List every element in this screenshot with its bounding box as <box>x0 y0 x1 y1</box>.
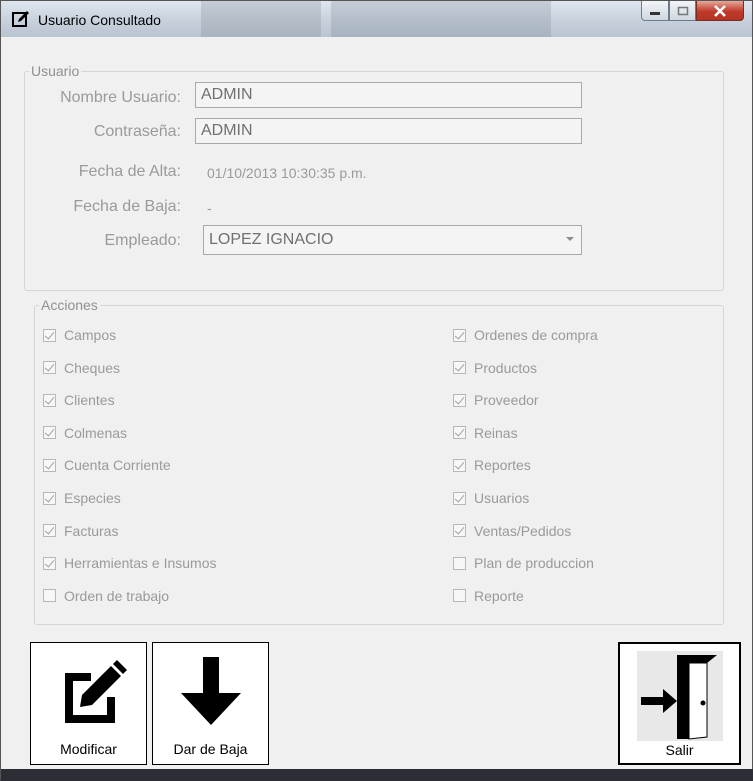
checkbox-checked-icon[interactable] <box>43 426 56 440</box>
checkbox-checked-icon[interactable] <box>453 328 466 342</box>
window-title: Usuario Consultado <box>38 12 161 28</box>
dar-de-baja-label: Dar de Baja <box>173 741 248 757</box>
empleado-select[interactable]: LOPEZ IGNACIO <box>203 225 582 255</box>
checkbox-colmenas[interactable]: Colmenas <box>43 425 127 441</box>
checkbox-label: Clientes <box>64 392 115 409</box>
checkbox-label: Reportes <box>474 457 531 474</box>
close-button[interactable] <box>696 1 744 21</box>
checkbox-checked-icon[interactable] <box>453 361 466 375</box>
checkbox-reportes[interactable]: Reportes <box>453 457 531 473</box>
nombre-usuario-field[interactable]: ADMIN <box>195 82 582 108</box>
blurred-background <box>331 1 551 37</box>
window: Usuario Consultado Usuario Nombre Usuari… <box>0 0 753 781</box>
checkbox-reporte[interactable]: Reporte <box>453 588 524 604</box>
checkbox-checked-icon[interactable] <box>453 426 466 440</box>
minimize-button[interactable] <box>641 1 669 21</box>
exit-door-icon <box>637 651 723 741</box>
nombre-usuario-label: Nombre Usuario: <box>60 89 181 106</box>
chevron-down-icon <box>566 237 574 241</box>
checkbox-label: Reinas <box>474 424 518 441</box>
checkbox-checked-icon[interactable] <box>453 393 466 407</box>
checkbox-label: Cuenta Corriente <box>64 457 171 474</box>
checkbox-checked-icon[interactable] <box>453 524 466 538</box>
empleado-label: Empleado: <box>104 232 182 249</box>
form-content: Usuario Nombre Usuario: ADMIN Contraseña… <box>9 37 744 773</box>
edit-icon <box>65 660 127 723</box>
modificar-label: Modificar <box>60 741 117 757</box>
checkbox-label: Usuarios <box>474 490 530 506</box>
checkbox-checked-icon[interactable] <box>43 556 56 570</box>
edit-icon <box>12 11 29 27</box>
minimize-icon <box>650 11 660 15</box>
checkbox-cheques[interactable]: Cheques <box>43 360 120 376</box>
modificar-button[interactable]: Modificar <box>30 642 147 765</box>
checkbox-ventas-pedidos[interactable]: Ventas/Pedidos <box>453 523 571 539</box>
checkbox-label: Plan de produccion <box>474 555 594 572</box>
checkbox-ordenes-de-compra[interactable]: Ordenes de compra <box>453 327 598 343</box>
maximize-button[interactable] <box>669 1 696 21</box>
checkbox-label: Cheques <box>64 359 121 376</box>
close-icon <box>714 4 726 17</box>
checkbox-label: Orden de trabajo <box>64 587 170 604</box>
checkbox-especies[interactable]: Especies <box>43 490 121 506</box>
empleado-selected-value: LOPEZ IGNACIO <box>209 231 334 248</box>
fecha-baja-label: Fecha de Baja: <box>73 198 181 215</box>
checkbox-unchecked-icon[interactable] <box>453 589 466 603</box>
taskbar-edge <box>1 769 753 781</box>
checkbox-plan-de-produccion[interactable]: Plan de produccion <box>453 555 594 571</box>
checkbox-checked-icon[interactable] <box>43 361 56 375</box>
checkbox-facturas[interactable]: Facturas <box>43 523 118 539</box>
checkbox-label: Proveedor <box>474 392 539 409</box>
window-controls <box>641 1 744 21</box>
checkbox-campos[interactable]: Campos <box>43 327 116 343</box>
blurred-background <box>201 1 321 37</box>
fecha-alta-value: 01/10/2013 10:30:35 p.m. <box>207 165 367 181</box>
checkbox-usuarios[interactable]: Usuarios <box>453 490 529 506</box>
salir-label: Salir <box>665 742 694 758</box>
checkbox-label: Facturas <box>64 522 119 539</box>
checkbox-herramientas-e-insumos[interactable]: Herramientas e Insumos <box>43 555 217 571</box>
checkbox-proveedor[interactable]: Proveedor <box>453 392 539 408</box>
checkbox-checked-icon[interactable] <box>43 524 56 538</box>
checkbox-productos[interactable]: Productos <box>453 360 537 376</box>
checkbox-clientes[interactable]: Clientes <box>43 392 115 408</box>
checkbox-label: Ordenes de compra <box>474 327 598 343</box>
acciones-legend: Acciones <box>41 297 98 313</box>
checkbox-unchecked-icon[interactable] <box>453 556 466 570</box>
checkbox-label: Ventas/Pedidos <box>474 522 572 539</box>
checkbox-orden-de-trabajo[interactable]: Orden de trabajo <box>43 588 169 604</box>
checkbox-label: Productos <box>474 359 538 376</box>
title-bar[interactable]: Usuario Consultado <box>1 1 752 37</box>
checkbox-checked-icon[interactable] <box>43 491 56 505</box>
checkbox-label: Especies <box>64 490 121 506</box>
checkbox-checked-icon[interactable] <box>453 491 466 505</box>
dar-de-baja-button[interactable]: Dar de Baja <box>152 642 269 765</box>
checkbox-label: Colmenas <box>64 424 128 441</box>
checkbox-cuenta-corriente[interactable]: Cuenta Corriente <box>43 457 171 473</box>
checkbox-label: Reporte <box>474 587 524 604</box>
maximize-icon <box>677 6 688 15</box>
checkbox-checked-icon[interactable] <box>453 458 466 472</box>
checkbox-reinas[interactable]: Reinas <box>453 425 518 441</box>
contrasena-label: Contraseña: <box>93 123 181 140</box>
salir-button[interactable]: Salir <box>618 642 741 765</box>
checkbox-label: Campos <box>64 327 117 343</box>
fecha-baja-value: - <box>207 200 212 216</box>
checkbox-label: Herramientas e Insumos <box>64 555 217 572</box>
checkbox-unchecked-icon[interactable] <box>43 589 56 603</box>
checkbox-checked-icon[interactable] <box>43 328 56 342</box>
checkbox-checked-icon[interactable] <box>43 393 56 407</box>
arrow-down-icon <box>181 657 241 725</box>
fecha-alta-label: Fecha de Alta: <box>78 163 181 180</box>
checkbox-checked-icon[interactable] <box>43 458 56 472</box>
contrasena-field[interactable]: ADMIN <box>195 118 582 144</box>
usuario-legend: Usuario <box>31 63 80 79</box>
